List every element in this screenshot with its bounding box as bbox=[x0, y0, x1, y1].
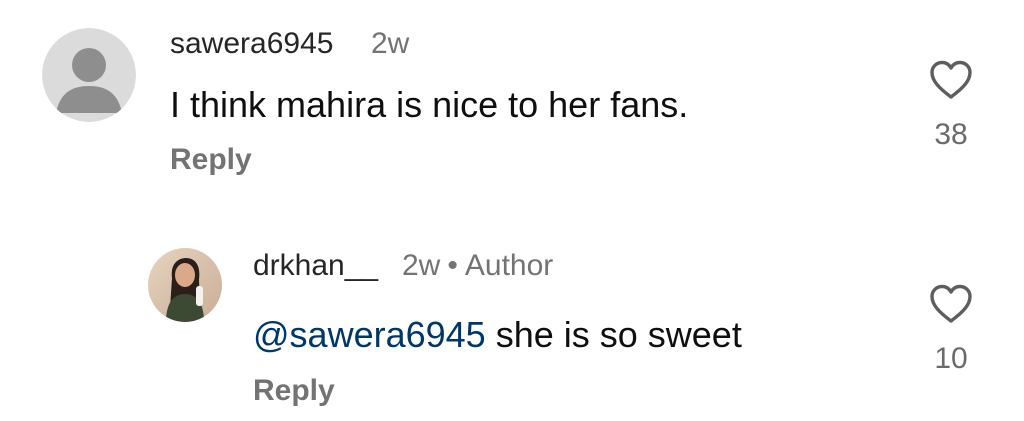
comment: sawera6945 2w I think mahira is nice to … bbox=[0, 0, 1024, 210]
reply-button[interactable]: Reply bbox=[253, 374, 335, 408]
comment-username[interactable]: drkhan__ bbox=[253, 249, 378, 283]
heart-outline-icon[interactable] bbox=[929, 60, 973, 100]
comment-text: I think mahira is nice to her fans. bbox=[170, 84, 689, 125]
mention-link[interactable]: @sawera6945 bbox=[253, 314, 486, 355]
comment-username[interactable]: sawera6945 bbox=[170, 27, 333, 61]
like-count: 38 bbox=[934, 118, 968, 151]
default-user-avatar-icon[interactable] bbox=[42, 28, 136, 122]
comment-text: @sawera6945 she is so sweet bbox=[253, 314, 742, 356]
like-count: 10 bbox=[934, 342, 968, 375]
reply-comment: drkhan__ 2w • Author @sawera6945 she is so… bbox=[0, 210, 1024, 421]
comment-time: 2w bbox=[371, 27, 410, 60]
comment-time: 2w bbox=[402, 249, 441, 282]
profile-photo[interactable] bbox=[148, 248, 222, 322]
comment-thread: sawera6945 2w I think mahira is nice to … bbox=[0, 0, 1024, 421]
heart-outline-icon[interactable] bbox=[929, 284, 973, 324]
separator-dot: • bbox=[447, 249, 458, 282]
reply-button[interactable]: Reply bbox=[170, 143, 252, 177]
comment-body: she is so sweet bbox=[495, 314, 742, 355]
comment-meta: 2w • Author bbox=[402, 249, 553, 283]
author-badge: Author bbox=[464, 249, 554, 282]
comment-meta: 2w bbox=[371, 27, 409, 61]
